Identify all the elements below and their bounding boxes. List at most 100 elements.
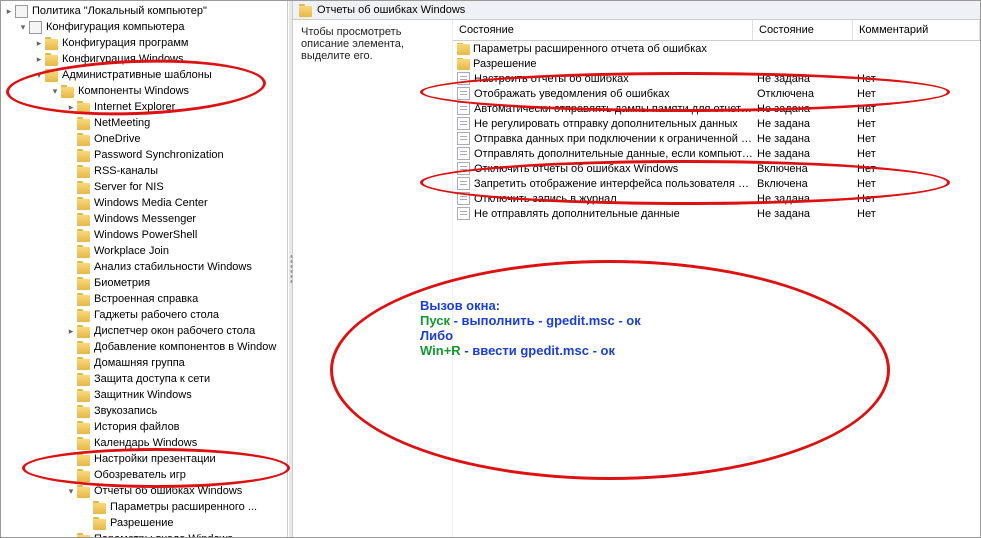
tree-item[interactable]: ▸ Параметры входа Windows	[65, 531, 287, 537]
col-header-state[interactable]: Состояние	[753, 20, 853, 40]
tree-item[interactable]: Windows PowerShell	[65, 227, 287, 243]
list-row[interactable]: Настроить отчеты об ошибкахНе заданаНет	[453, 71, 980, 86]
setting-icon	[457, 162, 470, 175]
expander-icon[interactable]: ▸	[65, 326, 77, 337]
tree-item[interactable]: Гаджеты рабочего стола	[65, 307, 287, 323]
tree-item[interactable]: NetMeeting	[65, 115, 287, 131]
expander-icon[interactable]: ▸	[65, 102, 77, 113]
row-state-text: Отключена	[753, 88, 853, 100]
gpedit-window: ▸ Политика "Локальный компьютер" ▾ Конфи…	[0, 0, 981, 538]
expander-icon[interactable]: ▾	[65, 486, 77, 497]
row-name-text: Отправка данных при подключении к ограни…	[474, 133, 753, 145]
folder-icon	[77, 407, 90, 418]
tree-item[interactable]: Домашняя группа	[65, 355, 287, 371]
folder-icon	[93, 503, 106, 514]
row-state-text: Не задана	[753, 73, 853, 85]
expander-icon[interactable]: ▾	[17, 22, 29, 33]
tree-label: Анализ стабильности Windows	[93, 261, 252, 273]
setting-icon	[457, 207, 470, 220]
folder-icon	[77, 455, 90, 466]
row-comment-text: Нет	[853, 193, 980, 205]
setting-icon	[457, 72, 470, 85]
tree-item[interactable]: Защитник Windows	[65, 387, 287, 403]
tree-item[interactable]: Добавление компонентов в Window	[65, 339, 287, 355]
expander-icon[interactable]: ▾	[33, 70, 45, 81]
tree-label: Диспетчер окон рабочего стола	[93, 325, 255, 337]
setting-icon	[457, 147, 470, 160]
expander-icon[interactable]: ▾	[49, 86, 61, 97]
tree-item[interactable]: RSS-каналы	[65, 163, 287, 179]
list-row[interactable]: Отключить запись в журналНе заданаНет	[453, 191, 980, 206]
tree-item[interactable]: Обозреватель игр	[65, 467, 287, 483]
list-row[interactable]: Отображать уведомления об ошибках Отключе…	[453, 86, 980, 101]
tree-root-item[interactable]: ▸ Политика "Локальный компьютер"	[1, 3, 287, 19]
tree-item[interactable]: Звукозапись	[65, 403, 287, 419]
tree-label: RSS-каналы	[93, 165, 158, 177]
tree-item[interactable]: Windows Media Center	[65, 195, 287, 211]
setting-icon	[457, 102, 470, 115]
tree-item[interactable]: Настройки презентации	[65, 451, 287, 467]
tree-item[interactable]: История файлов	[65, 419, 287, 435]
tree-item-error-reports[interactable]: ▾ Отчеты об ошибках Windows	[65, 483, 287, 499]
tree-item[interactable]: Защита доступа к сети	[65, 371, 287, 387]
list-row[interactable]: Отправка данных при подключении к ограни…	[453, 131, 980, 146]
expander-icon[interactable]: ▸	[33, 38, 45, 49]
setting-icon	[457, 87, 470, 100]
tree-item[interactable]: ▸Internet Explorer	[65, 99, 287, 115]
tree-item[interactable]: ▸ Диспетчер окон рабочего стола	[65, 323, 287, 339]
row-name-text: Отображать уведомления об ошибках	[474, 88, 670, 100]
tree-label: Биометрия	[93, 277, 150, 289]
tree-label: Обозреватель игр	[93, 469, 186, 481]
row-state-text: Не задана	[753, 193, 853, 205]
tree-label: Домашняя группа	[93, 357, 185, 369]
tree-label: OneDrive	[93, 133, 140, 145]
tree-item[interactable]: Workplace Join	[65, 243, 287, 259]
folder-icon	[77, 263, 90, 274]
row-comment-text: Нет	[853, 118, 980, 130]
list-row[interactable]: Запретить отображение интерфейса пользов…	[453, 176, 980, 191]
list-row[interactable]: Не регулировать отправку дополнительных …	[453, 116, 980, 131]
tree-item[interactable]: Календарь Windows	[65, 435, 287, 451]
tree-item[interactable]: Биометрия	[65, 275, 287, 291]
tree-item[interactable]: Server for NIS	[65, 179, 287, 195]
tree-item[interactable]: Анализ стабильности Windows	[65, 259, 287, 275]
row-comment-text: Нет	[853, 133, 980, 145]
tree-label: Windows Messenger	[93, 213, 196, 225]
expander-icon[interactable]: ▸	[3, 6, 15, 17]
tree-item-computer-config[interactable]: ▾ Конфигурация компьютера	[17, 19, 287, 35]
tree-item[interactable]: Windows Messenger	[65, 211, 287, 227]
list-row[interactable]: Не отправлять дополнительные данныеНе за…	[453, 206, 980, 221]
col-header-name[interactable]: Состояние	[453, 20, 753, 40]
list-header: Состояние Состояние Комментарий	[453, 20, 980, 41]
list-row[interactable]: Отключить отчеты об ошибках WindowsВключ…	[453, 161, 980, 176]
setting-icon	[457, 132, 470, 145]
folder-icon	[77, 247, 90, 258]
tree-item[interactable]: Встроенная справка	[65, 291, 287, 307]
tree-label: Отчеты об ошибках Windows	[93, 485, 242, 497]
tree-item-admin-templates[interactable]: ▾ Административные шаблоны	[33, 67, 287, 83]
folder-icon	[457, 44, 470, 55]
list-row[interactable]: Разрешение	[453, 56, 980, 71]
tree-item[interactable]: Параметры расширенного ...	[81, 499, 287, 515]
tree-item[interactable]: Password Synchronization	[65, 147, 287, 163]
expander-icon[interactable]: ▸	[33, 54, 45, 65]
tree-item[interactable]: OneDrive	[65, 131, 287, 147]
row-comment-text: Нет	[853, 103, 980, 115]
folder-icon	[93, 519, 106, 530]
list-row[interactable]: Параметры расширенного отчета об ошибках	[453, 41, 980, 56]
tree-label: Гаджеты рабочего стола	[93, 309, 219, 321]
folder-icon	[77, 487, 90, 498]
tree-item-windows-components[interactable]: ▾ Компоненты Windows	[49, 83, 287, 99]
tree-item-program-config[interactable]: ▸ Конфигурация программ	[33, 35, 287, 51]
tree-item-windows-config[interactable]: ▸ Конфигурация Windows	[33, 51, 287, 67]
computer-icon	[15, 5, 28, 18]
row-comment-text: Нет	[853, 148, 980, 160]
tree-item[interactable]: Разрешение	[81, 515, 287, 531]
list-row[interactable]: Автоматически отправлять дампы памяти дл…	[453, 101, 980, 116]
tree-label: Встроенная справка	[93, 293, 198, 305]
tree-label: Параметры входа Windows	[93, 533, 233, 537]
expander-icon[interactable]: ▸	[65, 534, 77, 538]
list-row[interactable]: Отправлять дополнительные данные, если к…	[453, 146, 980, 161]
col-header-comment[interactable]: Комментарий	[853, 20, 980, 40]
row-name-text: Разрешение	[473, 58, 537, 70]
